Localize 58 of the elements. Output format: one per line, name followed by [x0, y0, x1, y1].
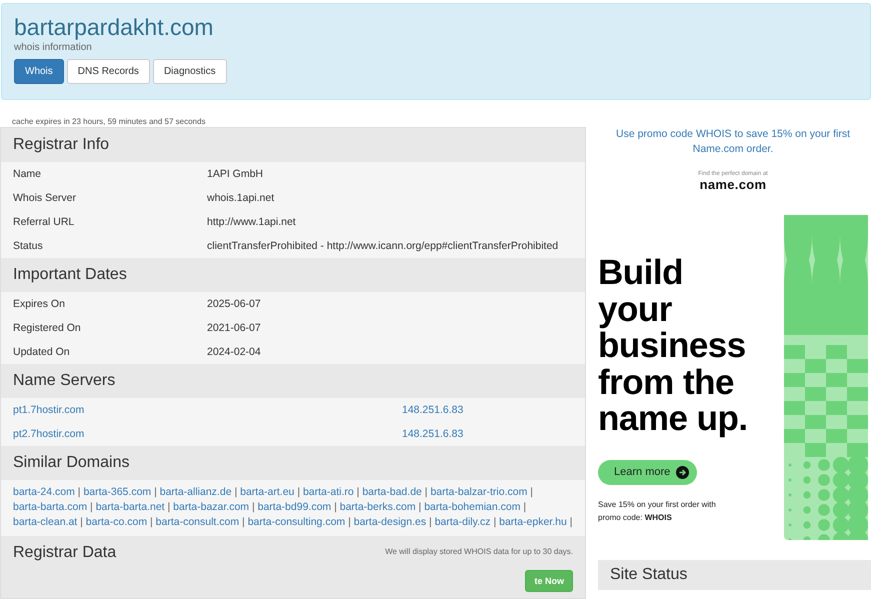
tab[interactable]: Whois [14, 59, 64, 84]
domain-link[interactable]: barta-berks.com [340, 501, 416, 513]
field-label: Referral URL [13, 216, 76, 228]
domain-link[interactable]: barta-art.eu [240, 486, 294, 498]
domain-link[interactable]: barta-barta.com [13, 501, 88, 513]
field-value: 1API GmbH [207, 168, 264, 180]
domain-link[interactable]: barta-bd99.com [258, 501, 332, 513]
field-value: 2021-06-07 [207, 322, 261, 334]
ip-link[interactable]: 148.251.6.83 [402, 428, 464, 440]
ip-link[interactable]: 148.251.6.83 [402, 404, 464, 416]
domain-link[interactable]: barta-dily.cz [434, 516, 491, 528]
nameserver-link[interactable]: pt2.7hostir.com [13, 428, 207, 440]
field-value: clientTransferProhibited - http://www.icann.org/epp#clientTransferProhibited [207, 240, 558, 252]
arrow-icon [676, 466, 690, 478]
domain-link[interactable]: barta-24.com [13, 486, 75, 498]
domain-link[interactable]: barta-ati.ro [302, 486, 354, 498]
domain-link[interactable]: barta-balzar-trio.com [430, 486, 528, 498]
field-label: Registered On [13, 322, 82, 334]
section-heading: Similar Domains [13, 453, 130, 473]
domain-link[interactable]: barta-clean.at [13, 516, 78, 528]
field-value: http://www.1api.net [207, 216, 296, 228]
section-heading: Site Status [598, 560, 871, 590]
ad-headline: Build your business from the name up. [598, 255, 748, 438]
section-heading: Registrar Info [13, 135, 110, 155]
field-label: Expires On [13, 298, 66, 310]
section-heading: Registrar Data [13, 543, 116, 563]
retention-note: We will display stored WHOIS data for up to 30 days. [385, 547, 573, 556]
domain-link[interactable]: barta-barta.net [96, 501, 165, 513]
field-value: 2024-02-04 [207, 346, 261, 358]
domain-link[interactable]: barta-bazar.com [173, 501, 250, 513]
domain-link[interactable]: barta-design.es [354, 516, 426, 528]
field-value: 2025-06-07 [207, 298, 261, 310]
field-label: Updated On [13, 346, 71, 358]
field-label: Whois Server [13, 192, 78, 204]
ad-logo: name.com [700, 177, 766, 192]
domain-link[interactable]: barta-consult.com [156, 516, 240, 528]
learn-more-button[interactable]: Learn more [598, 460, 698, 484]
section-heading: Important Dates [13, 265, 127, 285]
update-button[interactable]: te Now [525, 570, 573, 592]
nameserver-link[interactable]: pt1.7hostir.com [13, 404, 207, 416]
tab[interactable]: Diagnostics [152, 59, 227, 84]
cache-note: cache expires in 23 hours, 59 minutes and 57 seconds [12, 117, 206, 126]
section-heading: Name Servers [13, 371, 116, 391]
domain-link[interactable]: barta-consulting.com [248, 516, 346, 528]
field-label: Status [13, 240, 44, 252]
field-value: whois.1api.net [207, 192, 274, 204]
domain-link[interactable]: barta-co.com [86, 516, 148, 528]
domain-link[interactable]: barta-365.com [83, 486, 152, 498]
tab[interactable]: DNS Records [66, 59, 150, 84]
domain-link[interactable]: barta-bohemian.com [424, 501, 520, 513]
field-label: Name [13, 168, 42, 180]
domain-title: bartarpardakht.com [14, 14, 214, 40]
ad-footnote: Save 15% on your first order with promo code: WHOIS [598, 498, 717, 524]
subtitle: whois information [14, 42, 93, 53]
domain-link[interactable]: barta-allianz.de [160, 486, 232, 498]
domain-link[interactable]: barta-bad.de [362, 486, 422, 498]
domain-link[interactable]: barta-epker.hu [499, 516, 567, 528]
promo-link[interactable]: Use promo code WHOIS to save 15% on your first Name.com order. [613, 127, 853, 157]
